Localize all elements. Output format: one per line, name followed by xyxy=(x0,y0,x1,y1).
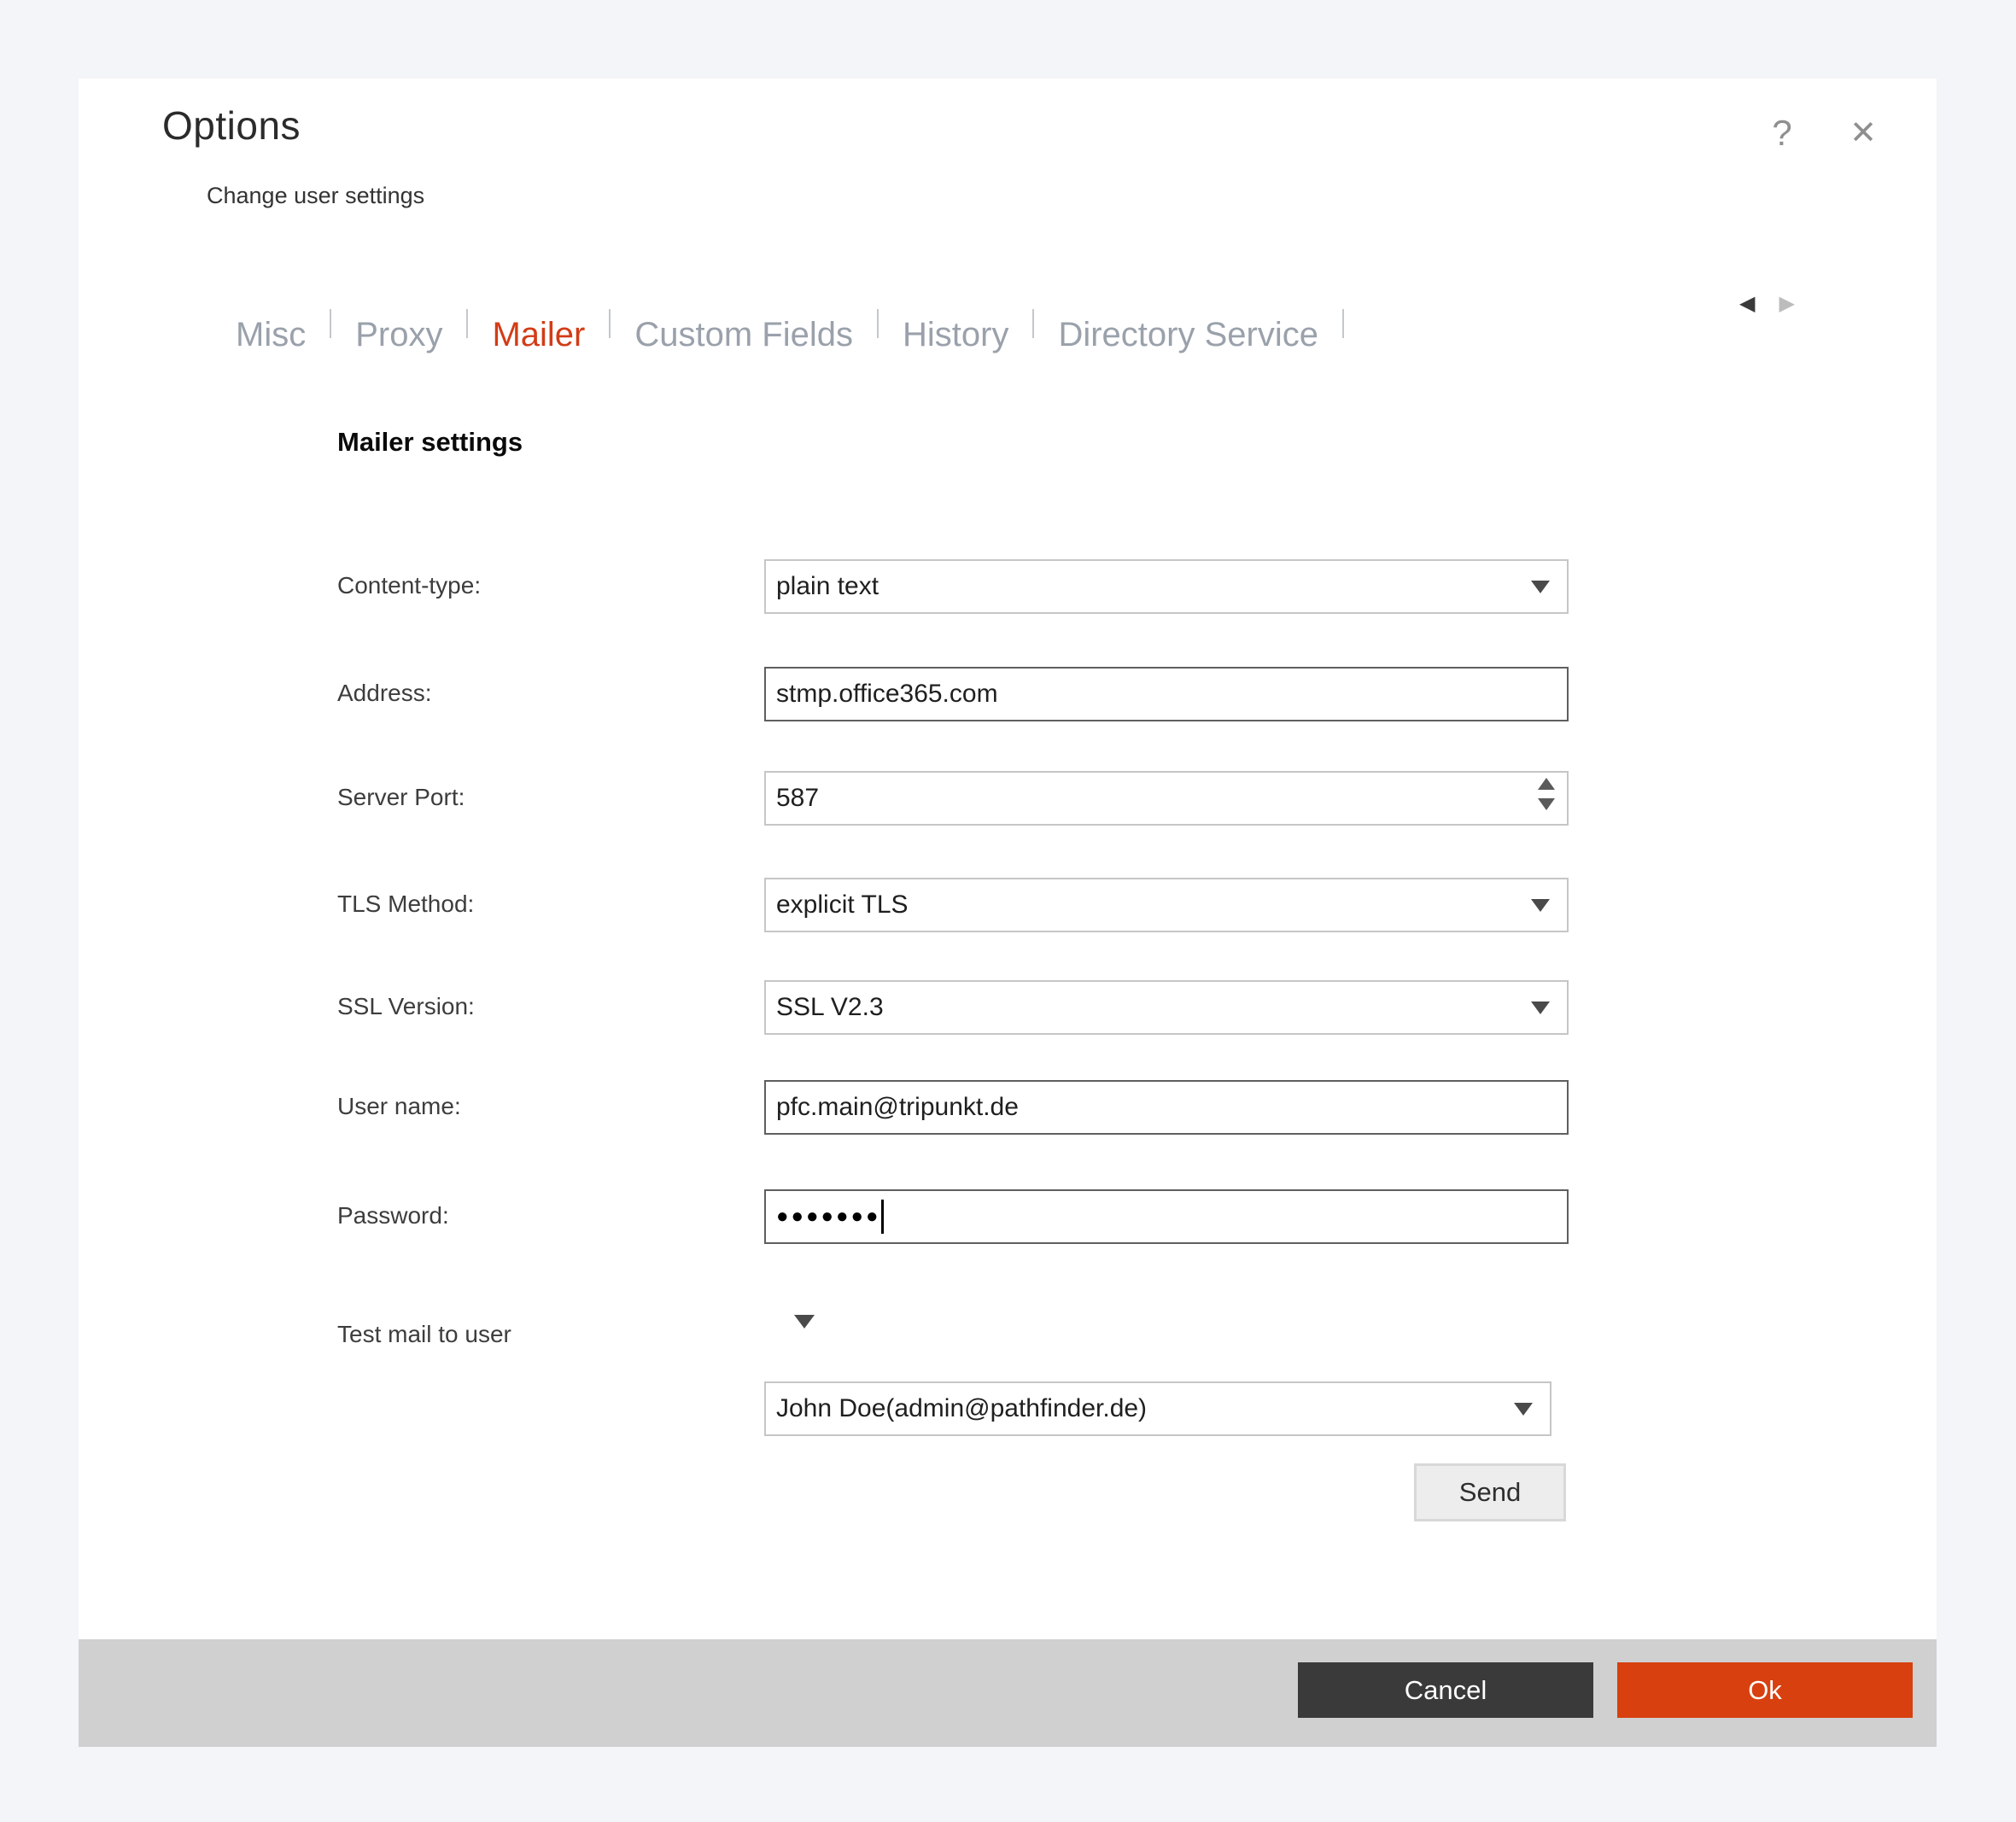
options-dialog: Options Change user settings ? ✕ Misc Pr… xyxy=(79,79,1937,1747)
tab-separator xyxy=(466,309,468,338)
user-name-label: User name: xyxy=(337,1080,461,1133)
server-port-value: 587 xyxy=(776,784,819,813)
tab-separator xyxy=(1032,309,1034,338)
test-mail-recipient-dropdown[interactable]: John Doe(admin@pathfinder.de) xyxy=(764,1381,1551,1436)
chevron-down-icon[interactable] xyxy=(1514,1403,1533,1416)
tab-scroll-left-icon[interactable]: ◀ xyxy=(1739,294,1755,314)
test-mail-chevron-down-icon[interactable] xyxy=(794,1315,815,1329)
address-input[interactable]: stmp.office365.com xyxy=(764,667,1569,721)
tab-directory-service[interactable]: Directory Service xyxy=(1053,316,1324,354)
ssl-version-dropdown[interactable]: SSL V2.3 xyxy=(764,980,1569,1035)
test-mail-recipient-value: John Doe(admin@pathfinder.de) xyxy=(776,1394,1147,1423)
tab-mailer[interactable]: Mailer xyxy=(487,316,590,354)
spin-up-icon[interactable] xyxy=(1538,778,1555,790)
tab-separator xyxy=(330,309,331,338)
password-masked-value: ●●●●●●● xyxy=(776,1205,880,1229)
ssl-version-label: SSL Version: xyxy=(337,980,475,1033)
tab-scroll-controls: ◀ ▶ xyxy=(1739,294,1795,314)
password-label: Password: xyxy=(337,1189,449,1242)
dialog-subtitle: Change user settings xyxy=(207,183,424,209)
content-type-value: plain text xyxy=(776,572,879,601)
tab-proxy[interactable]: Proxy xyxy=(350,316,447,354)
content-type-dropdown[interactable]: plain text xyxy=(764,559,1569,614)
user-name-input[interactable]: pfc.main@tripunkt.de xyxy=(764,1080,1569,1135)
ssl-version-value: SSL V2.3 xyxy=(776,993,884,1022)
help-icon[interactable]: ? xyxy=(1756,108,1808,159)
tls-method-value: explicit TLS xyxy=(776,891,909,920)
dialog-title: Options xyxy=(162,102,301,149)
close-icon[interactable]: ✕ xyxy=(1838,108,1889,159)
tls-method-label: TLS Method: xyxy=(337,878,474,931)
stepper-arrows xyxy=(1538,778,1555,810)
tab-separator xyxy=(1342,309,1344,338)
section-heading: Mailer settings xyxy=(337,427,523,458)
send-button[interactable]: Send xyxy=(1414,1463,1566,1521)
tab-separator xyxy=(877,309,879,338)
tab-separator xyxy=(609,309,611,338)
chevron-down-icon[interactable] xyxy=(1531,899,1550,912)
content-type-label: Content-type: xyxy=(337,559,481,612)
ok-button[interactable]: Ok xyxy=(1617,1662,1913,1718)
address-value: stmp.office365.com xyxy=(776,680,998,709)
test-mail-label: Test mail to user xyxy=(337,1308,511,1361)
server-port-label: Server Port: xyxy=(337,771,465,824)
tls-method-dropdown[interactable]: explicit TLS xyxy=(764,878,1569,932)
tab-history[interactable]: History xyxy=(897,316,1014,354)
cancel-button[interactable]: Cancel xyxy=(1298,1662,1593,1718)
tab-misc[interactable]: Misc xyxy=(231,316,311,354)
address-label: Address: xyxy=(337,667,432,720)
password-input[interactable]: ●●●●●●● xyxy=(764,1189,1569,1244)
text-cursor xyxy=(881,1200,884,1234)
chevron-down-icon[interactable] xyxy=(1531,1002,1550,1014)
user-name-value: pfc.main@tripunkt.de xyxy=(776,1093,1019,1122)
tab-scroll-right-icon[interactable]: ▶ xyxy=(1779,294,1794,314)
tab-bar: Misc Proxy Mailer Custom Fields History … xyxy=(231,307,1363,362)
footer-bar: Cancel Ok xyxy=(79,1639,1937,1747)
server-port-stepper[interactable]: 587 xyxy=(764,771,1569,826)
spin-down-icon[interactable] xyxy=(1538,798,1555,810)
tab-custom-fields[interactable]: Custom Fields xyxy=(629,316,858,354)
chevron-down-icon[interactable] xyxy=(1531,581,1550,593)
